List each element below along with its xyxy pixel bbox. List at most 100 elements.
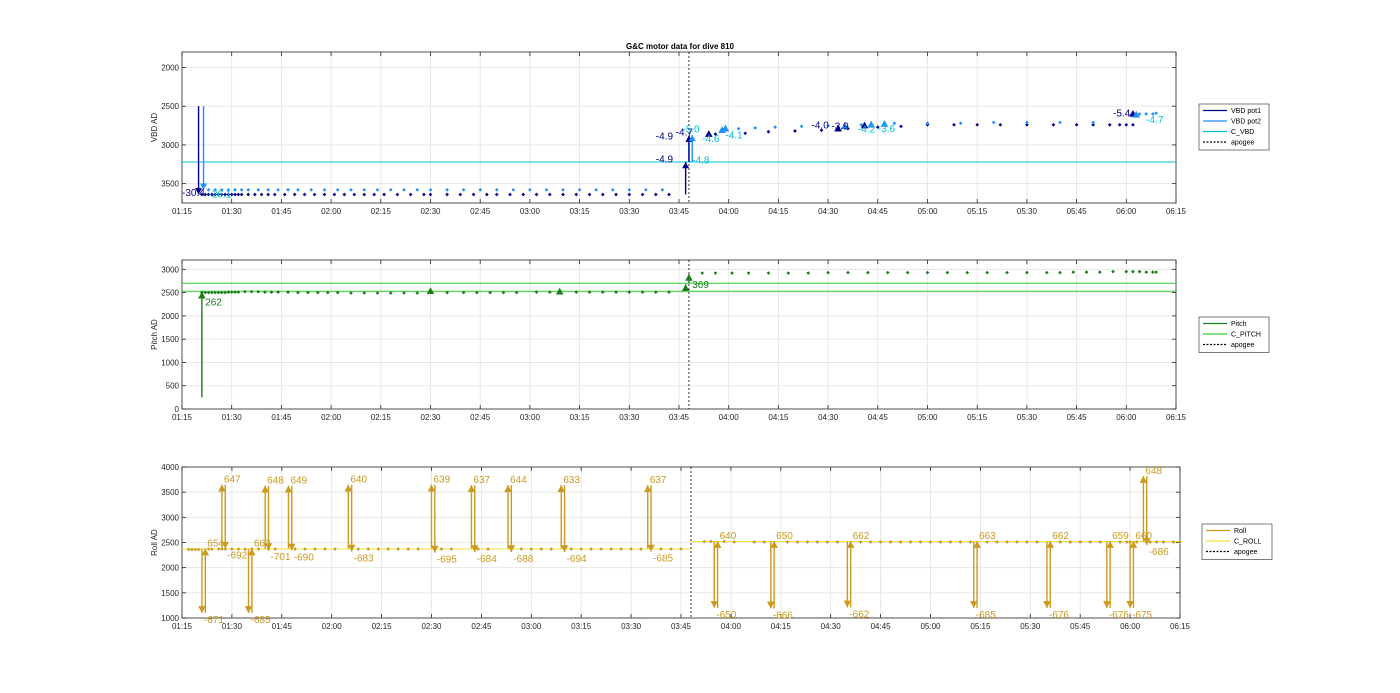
y-tick-label: 2500: [161, 102, 179, 111]
y-tick-label: 0: [175, 405, 180, 414]
move-annotation: -4.7: [1146, 115, 1164, 126]
y-tick-label: 1500: [161, 589, 179, 598]
figure: G&C motor data for dive 810 01:15 01:30 01…: [150, 42, 1273, 631]
x-tick-label: 04:45: [868, 207, 889, 216]
legend-label: VBD pot2: [1231, 119, 1261, 126]
x-tick-label: 02:30: [421, 622, 442, 631]
x-tick-label: 01:30: [222, 622, 243, 631]
legend-label: apogee: [1234, 549, 1257, 556]
legend-label: VBD pot1: [1231, 108, 1261, 115]
move-annotation: -30.4: [182, 188, 205, 199]
legend-label: Pitch: [1231, 321, 1247, 328]
move-annotation: 648: [1145, 466, 1162, 477]
move-annotation: -4.6: [702, 134, 720, 145]
x-tick-label: 03:00: [520, 207, 541, 216]
x-tick-label: 03:00: [520, 413, 541, 422]
x-tick-label: 01:15: [172, 207, 193, 216]
legend: Pitch C_PITCHapogee: [1198, 316, 1270, 353]
move-annotation: -695: [437, 555, 457, 566]
move-annotation: -662: [849, 609, 869, 620]
move-annotation: 369: [692, 280, 709, 291]
move-annotation: 262: [205, 298, 222, 309]
y-axis-label: Roll AD: [150, 529, 159, 556]
move-annotation: -688: [513, 554, 533, 565]
x-tick-label: 05:15: [970, 622, 991, 631]
legend-label: apogee: [1231, 140, 1254, 147]
move-annotation: -4.9: [656, 155, 674, 166]
move-annotation: 639: [434, 475, 451, 486]
x-tick-label: 05:15: [967, 207, 988, 216]
move-annotation: -701: [270, 552, 290, 563]
y-tick-label: 3000: [161, 513, 179, 522]
x-tick-label: 02:15: [371, 413, 392, 422]
x-tick-label: 02:00: [322, 622, 343, 631]
x-tick-label: 02:00: [321, 413, 342, 422]
legend-label: apogee: [1231, 342, 1254, 349]
move-annotation: 663: [979, 531, 996, 542]
x-tick-label: 02:30: [420, 207, 441, 216]
vbd-panel: 01:15 01:30 01:45 02:00 02:15 02:30 02:45 03:00…: [150, 51, 1270, 216]
x-tick-label: 04:00: [719, 413, 740, 422]
move-annotation: -650: [716, 610, 736, 621]
x-tick-label: 04:30: [818, 413, 839, 422]
x-tick-label: 06:00: [1116, 207, 1137, 216]
x-tick-label: 05:30: [1020, 622, 1041, 631]
move-annotation: 662: [1052, 531, 1069, 542]
move-annotation: -5.0: [682, 125, 700, 136]
x-tick-label: 03:15: [571, 622, 592, 631]
x-tick-label: 04:00: [721, 622, 742, 631]
move-annotation: 650: [776, 531, 793, 542]
move-annotation: -686: [1149, 547, 1169, 558]
x-tick-label: 03:30: [619, 413, 640, 422]
x-tick-label: 06:15: [1166, 207, 1187, 216]
move-annotation: -690: [294, 553, 314, 564]
move-annotation: 649: [290, 476, 307, 487]
x-tick-label: 02:45: [470, 207, 491, 216]
move-annotation: -675: [1132, 610, 1152, 621]
x-tick-label: 05:45: [1070, 622, 1091, 631]
move-annotation: 647: [224, 475, 241, 486]
x-tick-label: 03:30: [621, 622, 642, 631]
move-annotation: 640: [350, 475, 367, 486]
x-tick-label: 03:15: [570, 413, 591, 422]
y-tick-label: 2500: [161, 289, 179, 298]
x-tick-label: 05:45: [1067, 413, 1088, 422]
move-annotation: -4.2: [858, 125, 876, 136]
legend-label: C_VBD: [1231, 129, 1254, 136]
y-tick-label: 3000: [161, 141, 179, 150]
x-tick-label: 01:15: [172, 413, 193, 422]
move-annotation: -685: [653, 554, 673, 565]
x-tick-label: 01:45: [272, 622, 293, 631]
y-tick-label: 1000: [161, 358, 179, 367]
legend: VBD pot1 VBD pot2 C_VBDapogee: [1198, 103, 1270, 151]
x-tick-label: 05:00: [920, 622, 941, 631]
move-annotation: -4.8: [692, 156, 710, 167]
move-annotation: -3.9: [831, 121, 849, 132]
y-tick-label: 3500: [161, 180, 179, 189]
y-tick-label: 2000: [161, 63, 179, 72]
x-tick-label: 01:15: [172, 622, 193, 631]
y-tick-label: 1500: [161, 335, 179, 344]
x-tick-label: 04:45: [871, 622, 892, 631]
x-tick-label: 01:30: [222, 207, 243, 216]
move-annotation: -684: [477, 554, 497, 565]
x-tick-label: 02:00: [321, 207, 342, 216]
x-tick-label: 01:30: [222, 413, 243, 422]
legend-label: C_PITCH: [1231, 332, 1261, 339]
move-annotation: -26.1: [209, 190, 232, 201]
y-axis-label: VBD AD: [150, 113, 159, 143]
x-tick-label: 02:15: [372, 622, 393, 631]
x-tick-label: 04:00: [719, 207, 740, 216]
x-tick-label: 03:45: [671, 622, 692, 631]
move-annotation: -694: [567, 554, 587, 565]
move-annotation: 644: [510, 475, 527, 486]
x-tick-label: 05:00: [917, 413, 938, 422]
x-tick-label: 04:15: [771, 622, 792, 631]
move-annotation: 662: [853, 531, 870, 542]
x-tick-label: 01:45: [271, 413, 292, 422]
roll-panel: 01:15 01:30 01:45 02:00 02:15 02:30 02:45 03:00…: [150, 463, 1273, 631]
move-annotation: -676: [1109, 610, 1129, 621]
x-tick-label: 02:45: [471, 622, 492, 631]
y-tick-label: 3000: [161, 265, 179, 274]
move-annotation: 633: [563, 475, 580, 486]
